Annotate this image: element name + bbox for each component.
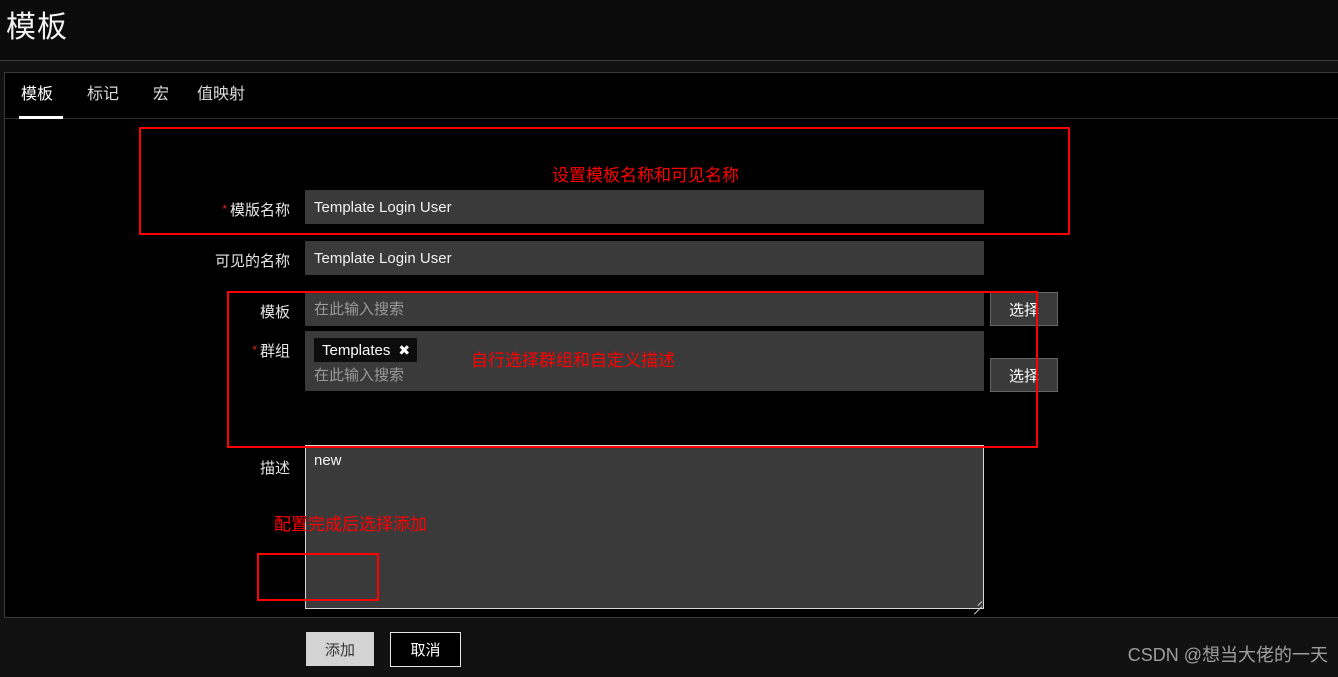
tab-tags-label: 标记 <box>87 86 120 103</box>
cancel-button[interactable]: 取消 <box>390 632 461 667</box>
close-icon[interactable]: ✖ <box>398 343 410 357</box>
visible-name-label-text: 可见的名称 <box>214 253 290 270</box>
groups-label-text: 群组 <box>259 343 290 360</box>
parent-templates-label-text: 模板 <box>259 304 290 321</box>
page-header: 模板 <box>0 0 1338 61</box>
visible-name-input[interactable] <box>305 241 984 275</box>
group-chip-templates[interactable]: Templates ✖ <box>314 338 418 362</box>
tab-macros[interactable]: 宏 <box>151 73 173 119</box>
description-textarea[interactable] <box>305 445 984 609</box>
parent-templates-label: 模板 <box>155 301 290 322</box>
app-root: 模板 模板 标记 宏 值映射 * 模版名称 Template Login Use… <box>0 0 1338 677</box>
visible-name-label: 可见的名称 <box>155 250 290 271</box>
add-button[interactable]: 添加 <box>306 632 374 666</box>
tab-bar: 模板 标记 宏 值映射 <box>5 73 1338 119</box>
watermark: CSDN @想当大佬的一天 <box>1127 645 1328 665</box>
groups-search-placeholder[interactable]: 在此输入搜索 <box>314 367 975 385</box>
parent-templates-select-button[interactable]: 选择 <box>990 292 1058 326</box>
tab-value-mapping[interactable]: 值映射 <box>195 73 255 119</box>
parent-templates-input[interactable] <box>305 292 984 326</box>
content-panel: 模板 标记 宏 值映射 *模版名称 可见的名称 <box>4 72 1338 667</box>
groups-select-button[interactable]: 选择 <box>990 358 1058 392</box>
tab-templates[interactable]: 模板 <box>19 73 63 119</box>
template-name-label-text: 模版名称 <box>229 202 290 219</box>
group-chip-label: Templates <box>322 341 391 359</box>
page-title: 模板 <box>6 11 68 44</box>
groups-label: * 群组 <box>155 340 290 361</box>
tab-macros-label: 宏 <box>153 86 170 103</box>
description-label-text: 描述 <box>259 460 290 477</box>
required-asterisk: * <box>252 343 257 357</box>
template-name-label: * 模版名称 <box>155 199 290 220</box>
tab-tags[interactable]: 标记 <box>85 73 129 119</box>
groups-multiselect[interactable]: Templates ✖ 在此输入搜索 <box>305 331 984 391</box>
required-asterisk: * <box>222 202 227 216</box>
template-name-input[interactable] <box>305 190 984 224</box>
tab-value-mapping-label: 值映射 <box>197 86 246 103</box>
description-label: 描述 <box>155 457 290 478</box>
tab-templates-label: 模板 <box>21 86 54 103</box>
